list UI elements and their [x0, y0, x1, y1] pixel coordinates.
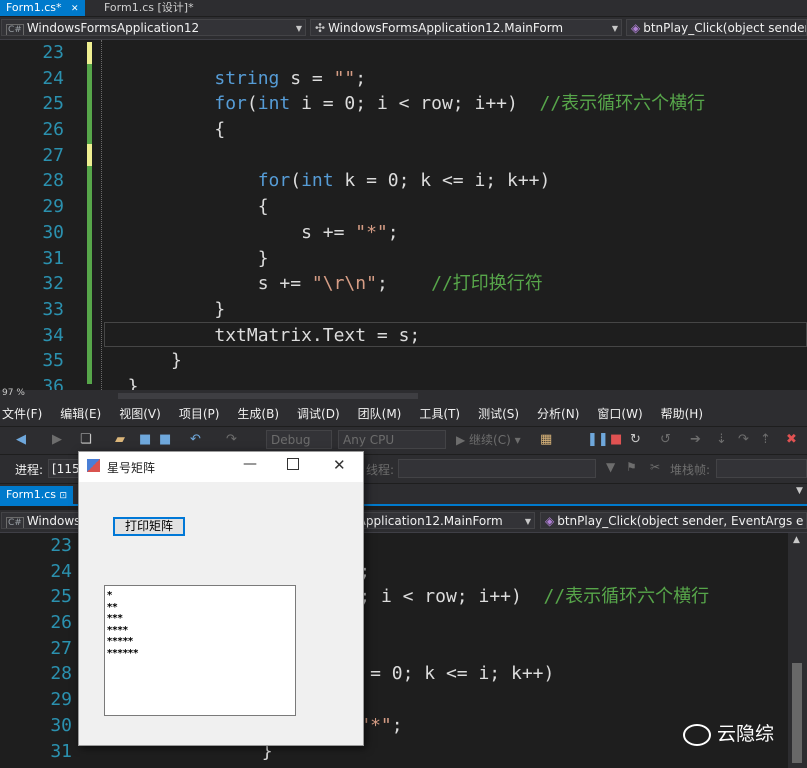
filter-icon[interactable]: ▼	[606, 460, 615, 474]
menu-bar: 文件(F) 编辑(E) 视图(V) 项目(P) 生成(B) 调试(D) 团队(M) 工具(T)…	[0, 402, 807, 426]
menu-edit[interactable]: 编辑(E)	[51, 402, 110, 426]
stop-icon[interactable]: ■	[610, 431, 622, 449]
top-code-editor[interactable]: 23 24 25 26 27 28 29 30 31 32 33 34 35 3…	[0, 40, 807, 390]
project-dropdown[interactable]: C# WindowsFormsApplication12 ▼	[1, 19, 306, 36]
method-icon: ◈	[631, 21, 641, 35]
indent-guide	[101, 40, 103, 390]
save-icon[interactable]: ■	[139, 431, 151, 449]
csharp-project-icon: C#	[6, 24, 24, 35]
horizontal-scrollbar[interactable]: 97 %	[0, 388, 807, 402]
exception-icon[interactable]: ✖	[786, 431, 797, 449]
app-icon	[87, 459, 100, 472]
star-matrix-window: 星号矩阵 — ✕ 打印矩阵 * ** *** **** ***** ******	[78, 451, 364, 746]
menu-debug[interactable]: 调试(D)	[288, 402, 349, 426]
unsaved-change-marker	[87, 42, 92, 64]
tab-list-dropdown-icon[interactable]: ▼	[796, 486, 803, 496]
scroll-up-icon[interactable]: ▲	[793, 535, 800, 545]
class-icon: ✣	[315, 21, 326, 35]
menu-analyze[interactable]: 分析(N)	[528, 402, 588, 426]
tab-form1-cs[interactable]: Form1.cs ⊡	[0, 486, 74, 504]
pin-icon[interactable]: ⊡	[59, 491, 67, 501]
watermark: 云隐综	[683, 719, 774, 746]
step-over-icon[interactable]: ⇣	[716, 431, 727, 449]
attach-icon[interactable]: ▦	[540, 431, 552, 449]
chevron-down-icon: ▼	[611, 24, 618, 33]
saved-change-marker	[87, 166, 92, 384]
stack-frame-label: 堆栈帧:	[670, 463, 711, 477]
class-dropdown[interactable]: ✣ WindowsFormsApplication12.MainForm ▼	[310, 19, 622, 36]
stack-frame-dropdown[interactable]	[716, 459, 807, 478]
tab-form1-cs[interactable]: Form1.cs* ✕	[0, 0, 85, 16]
top-document-tabs: Form1.cs* ✕ Form1.cs [设计]*	[0, 0, 807, 16]
zoom-level[interactable]: 97 %	[2, 388, 25, 398]
minimize-icon[interactable]: —	[243, 456, 257, 472]
line-number-gutter: 23 24 25 26 27 28 29 30 31	[50, 535, 72, 762]
platform-dropdown[interactable]: Any CPU	[338, 430, 446, 449]
vertical-scrollbar[interactable]: ▲	[788, 533, 807, 768]
tab-form1-design[interactable]: Form1.cs [设计]*	[98, 0, 200, 16]
matrix-output-textbox[interactable]: * ** *** **** ***** ******	[104, 585, 296, 716]
chevron-down-icon: ▼	[524, 517, 531, 526]
window-title-bar: 星号矩阵 — ✕	[79, 452, 363, 482]
open-folder-icon[interactable]: ▰	[115, 431, 125, 449]
saved-change-marker	[87, 64, 92, 144]
chevron-down-icon: ▼	[295, 24, 302, 33]
menu-team[interactable]: 团队(M)	[349, 402, 411, 426]
unsaved-change-marker	[87, 144, 92, 166]
back-icon[interactable]: ◀	[16, 431, 26, 449]
new-project-icon[interactable]: ❏	[80, 431, 92, 449]
undo-icon[interactable]: ↶	[190, 431, 201, 449]
scrollbar-thumb[interactable]	[792, 663, 802, 763]
print-matrix-button[interactable]: 打印矩阵	[113, 517, 185, 536]
show-next-statement-icon[interactable]: ↺	[660, 431, 671, 449]
flag-thread-icon[interactable]: ⚑	[626, 460, 637, 474]
menu-window[interactable]: 窗口(W)	[588, 402, 651, 426]
menu-file[interactable]: 文件(F)	[0, 402, 51, 426]
pause-icon[interactable]: ❚❚	[587, 431, 609, 449]
close-icon[interactable]: ✕	[333, 456, 346, 474]
csharp-project-icon: C#	[6, 517, 24, 528]
process-label: 进程:	[15, 463, 44, 477]
restart-icon[interactable]: ↻	[630, 431, 641, 449]
window-title: 星号矩阵	[107, 461, 156, 475]
save-all-icon[interactable]: ■	[159, 431, 171, 449]
thread-label: 线程:	[366, 463, 395, 477]
continue-button[interactable]: ▶ 继续(C) ▾	[456, 431, 521, 449]
close-icon[interactable]: ✕	[71, 4, 79, 14]
member-dropdown[interactable]: ◈ btnPlay_Click(object sender,	[626, 19, 807, 36]
forward-icon[interactable]: ▶	[52, 431, 62, 449]
top-navigation-bar: C# WindowsFormsApplication12 ▼ ✣ WindowsFor…	[0, 17, 807, 40]
menu-help[interactable]: 帮助(H)	[652, 402, 712, 426]
wechat-icon	[683, 723, 711, 746]
menu-project[interactable]: 项目(P)	[170, 402, 229, 426]
method-icon: ◈	[545, 514, 555, 528]
menu-test[interactable]: 测试(S)	[469, 402, 528, 426]
step-into-icon[interactable]: ➔	[690, 431, 701, 449]
step-out-icon[interactable]: ↷	[738, 431, 749, 449]
line-number-gutter: 23 24 25 26 27 28 29 30 31 32 33 34 35 3…	[42, 42, 64, 390]
redo-icon[interactable]: ↷	[226, 431, 237, 449]
member-dropdown[interactable]: ◈ btnPlay_Click(object sender, EventArgs …	[540, 512, 807, 529]
scrollbar-thumb[interactable]	[118, 393, 418, 399]
code-text: string s = ""; for(int i = 0; i < row; i…	[106, 67, 706, 390]
configuration-dropdown[interactable]: Debug	[266, 430, 332, 449]
split-icon[interactable]: ✂	[650, 460, 660, 474]
standard-toolbar: ◀ ▶ ❏ ▰ ■ ■ ↶ ↷ Debug Any CPU ▶ 继续(C) ▾ …	[0, 427, 807, 454]
maximize-icon[interactable]	[287, 458, 299, 470]
menu-view[interactable]: 视图(V)	[110, 402, 170, 426]
menu-build[interactable]: 生成(B)	[228, 402, 288, 426]
menu-tools[interactable]: 工具(T)	[410, 402, 469, 426]
step-up-icon[interactable]: ⇡	[760, 431, 771, 449]
thread-dropdown[interactable]	[398, 459, 596, 478]
